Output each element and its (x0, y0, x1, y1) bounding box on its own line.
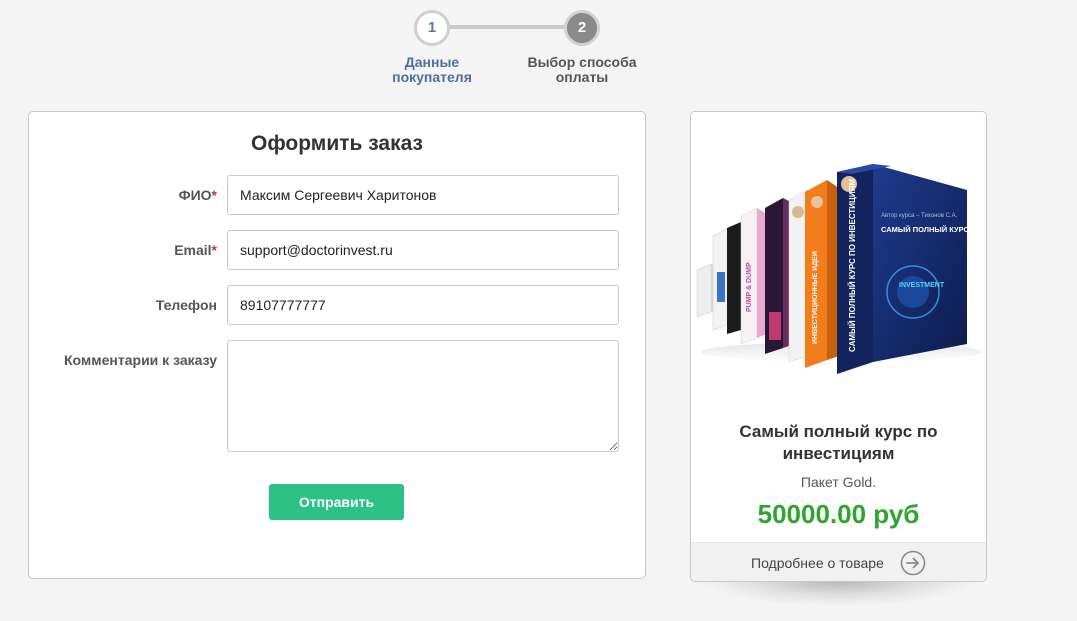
step-label-line2: оплаты (555, 69, 609, 85)
comment-label: Комментарии к заказу (64, 352, 217, 368)
arrow-right-circle-icon[interactable] (900, 550, 926, 576)
product-card-shadow (700, 578, 977, 606)
phone-label: Телефон (155, 297, 217, 313)
orange-box-side-text: ИНВЕСТИЦИОННЫЕ ИДЕИ (812, 251, 819, 344)
submit-button[interactable]: Отправить (269, 484, 404, 520)
checkout-steps: 1 Данные покупателя 2 Выбор способа опла… (0, 0, 1077, 100)
step-label-line1: Данные (404, 54, 460, 70)
product-card: PUMP & DUMP ИНВЕСТИЦИОННЫЕ ИДЕИ САМЫЙ ПО… (690, 111, 987, 582)
pink-box-side-text: PUMP & DUMP (746, 262, 753, 312)
product-details-label: Подробнее о товаре (751, 555, 884, 571)
order-form: Оформить заказ ФИО* Email* Телефон Комме… (28, 111, 646, 579)
fio-label: ФИО* (29, 187, 217, 203)
email-label-text: Email (174, 242, 212, 258)
blue-box-title: САМЫЙ ПОЛНЫЙ КУРС ПО ИНВЕСТИЦИЯМ (881, 225, 986, 234)
email-input[interactable] (227, 230, 619, 270)
fio-label-text: ФИО (178, 187, 212, 203)
step-connector (448, 25, 566, 29)
required-mark: * (211, 242, 217, 258)
blue-box-brand: INVESTMENT (899, 282, 945, 289)
blue-box-author: Автор курса – Тихонов С.А. (881, 213, 958, 219)
comment-textarea[interactable] (227, 340, 619, 452)
product-price: 50000.00 руб (757, 499, 920, 529)
step-number: 2 (564, 10, 600, 46)
blue-box-side-text: САМЫЙ ПОЛНЫЙ КУРС ПО ИНВЕСТИЦИЯМ (848, 179, 857, 352)
product-details-link[interactable]: Подробнее о товаре (691, 542, 986, 581)
step-label-line1: Выбор способа (527, 54, 637, 70)
form-title: Оформить заказ (250, 132, 423, 155)
step-label-line2: покупателя (392, 69, 472, 85)
phone-input[interactable] (227, 285, 619, 325)
step-label: Данные покупателя (372, 55, 492, 85)
required-mark: * (211, 187, 217, 203)
product-image[interactable]: PUMP & DUMP ИНВЕСТИЦИОННЫЕ ИДЕИ САМЫЙ ПО… (691, 112, 986, 402)
course-boxes-illustration: PUMP & DUMP ИНВЕСТИЦИОННЫЕ ИДЕИ САМЫЙ ПО… (696, 164, 986, 374)
product-title[interactable]: Самый полный курс по инвестициям (701, 421, 976, 465)
fio-input[interactable] (227, 175, 619, 215)
email-label: Email* (29, 242, 217, 258)
step-number: 1 (414, 10, 450, 46)
product-package: Пакет Gold. (800, 474, 877, 490)
step-label: Выбор способа оплаты (512, 55, 652, 85)
